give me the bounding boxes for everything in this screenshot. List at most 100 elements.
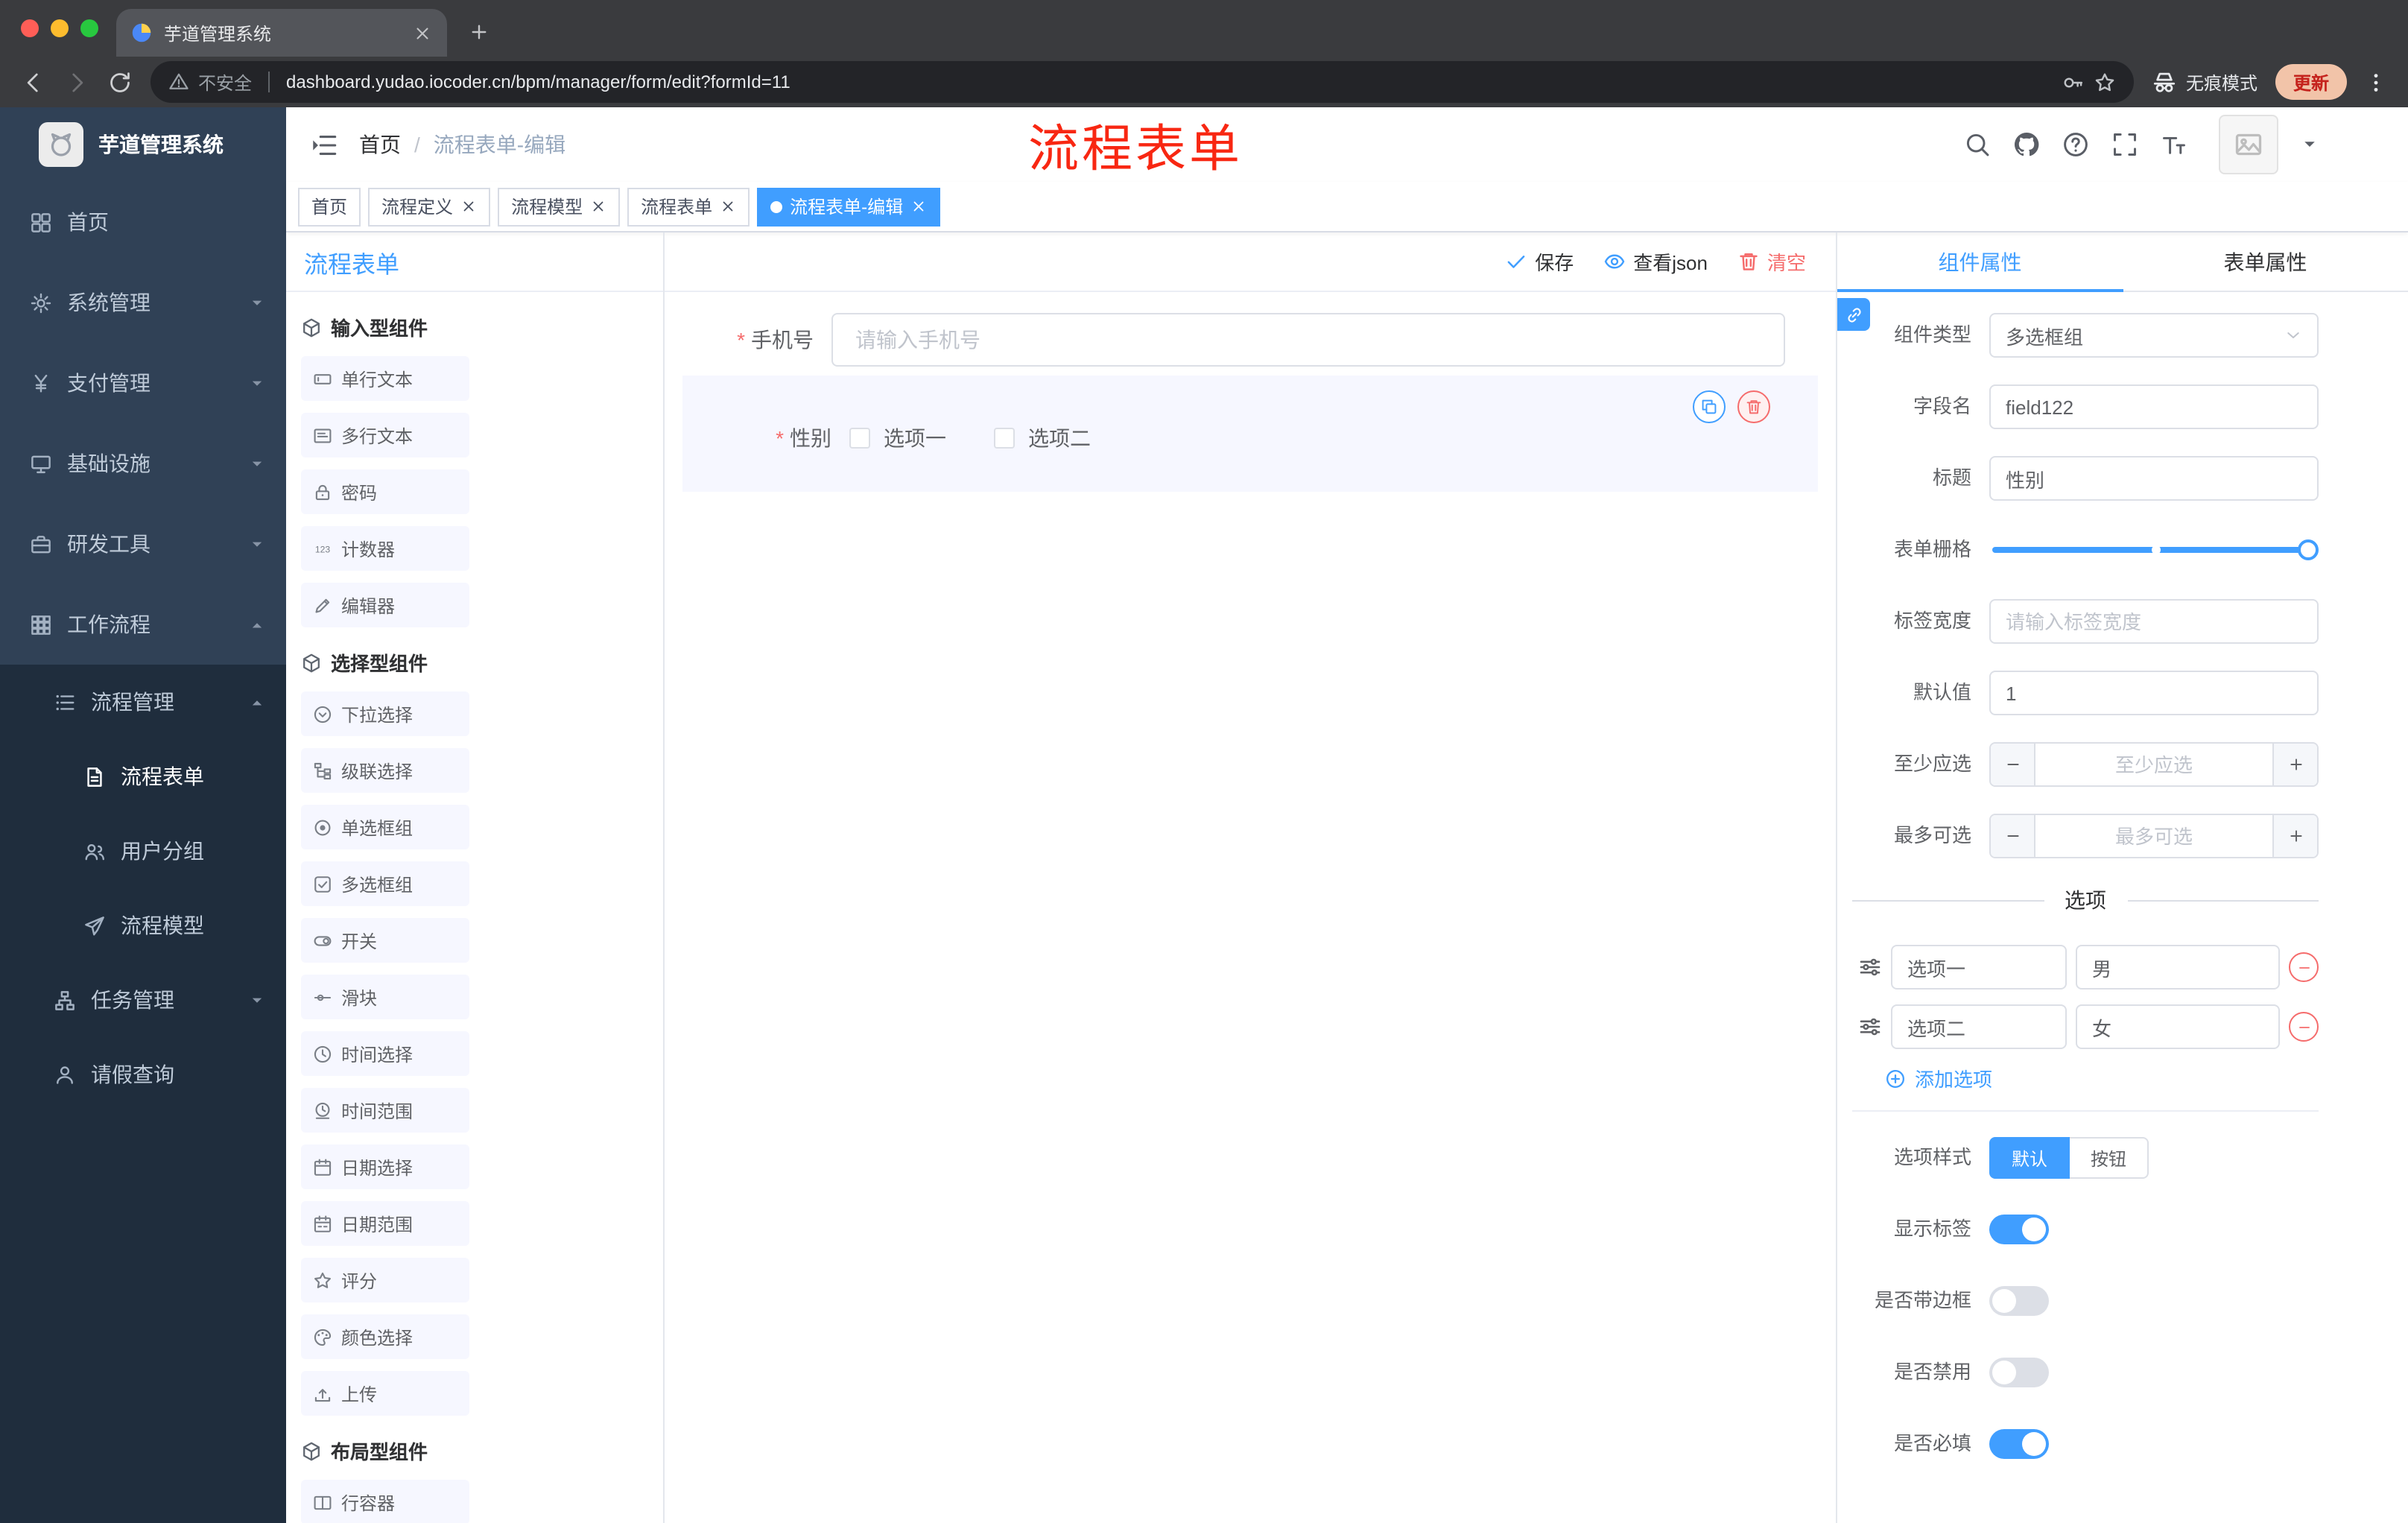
option-label-input[interactable] bbox=[1891, 945, 2067, 990]
tag-close-icon[interactable] bbox=[720, 198, 736, 215]
option-style-button[interactable]: 按钮 bbox=[2070, 1137, 2149, 1179]
save-button[interactable]: 保存 bbox=[1505, 247, 1574, 276]
clear-button[interactable]: 清空 bbox=[1737, 247, 1806, 276]
tag-close-icon[interactable] bbox=[910, 198, 927, 215]
copy-component-button[interactable] bbox=[1693, 390, 1726, 423]
checkbox[interactable] bbox=[849, 428, 870, 449]
breadcrumb-home[interactable]: 首页 bbox=[359, 130, 401, 159]
bookmark-star-icon[interactable] bbox=[2094, 71, 2116, 93]
palette-item[interactable]: 行容器 bbox=[301, 1480, 469, 1523]
delete-component-button[interactable] bbox=[1737, 390, 1770, 423]
palette-item[interactable]: 单行文本 bbox=[301, 356, 469, 401]
title-input[interactable] bbox=[1989, 456, 2319, 501]
tag[interactable]: 流程模型 bbox=[498, 187, 621, 226]
phone-field-row[interactable]: 手机号 bbox=[682, 310, 1818, 370]
sidebar-item[interactable]: 工作流程 bbox=[0, 584, 286, 665]
decrease-button[interactable] bbox=[1991, 744, 2035, 785]
palette-item[interactable]: 级联选择 bbox=[301, 748, 469, 793]
switch-toggle[interactable] bbox=[1989, 1358, 2049, 1387]
palette-item[interactable]: 评分 bbox=[301, 1258, 469, 1302]
component-type-select[interactable]: 多选框组 bbox=[1989, 313, 2319, 358]
sidebar-item[interactable]: 基础设施 bbox=[0, 423, 286, 504]
tag-close-icon[interactable] bbox=[460, 198, 477, 215]
slider-handle[interactable] bbox=[2298, 539, 2319, 560]
sidebar-item[interactable]: 系统管理 bbox=[0, 262, 286, 343]
palette-item[interactable]: 下拉选择 bbox=[301, 691, 469, 736]
update-button[interactable]: 更新 bbox=[2275, 64, 2347, 100]
new-tab-button[interactable] bbox=[468, 21, 490, 43]
tab-component-props[interactable]: 组件属性 bbox=[1837, 232, 2123, 292]
increase-button[interactable] bbox=[2272, 815, 2317, 857]
tab-form-props[interactable]: 表单属性 bbox=[2123, 232, 2408, 291]
option-style-default[interactable]: 默认 bbox=[1989, 1137, 2070, 1179]
reload-button[interactable] bbox=[107, 69, 133, 95]
font-size-icon[interactable] bbox=[2161, 131, 2187, 158]
field-name-input[interactable] bbox=[1989, 384, 2319, 429]
forward-button[interactable] bbox=[64, 69, 89, 95]
switch-toggle[interactable] bbox=[1989, 1215, 2049, 1244]
close-window-button[interactable] bbox=[21, 19, 39, 37]
address-bar[interactable]: 不安全 dashboard.yudao.iocoder.cn/bpm/manag… bbox=[150, 61, 2134, 103]
palette-item[interactable]: 单选框组 bbox=[301, 805, 469, 849]
option-label-input[interactable] bbox=[1891, 1004, 2067, 1049]
palette-item[interactable]: 上传 bbox=[301, 1371, 469, 1416]
hamburger-icon[interactable] bbox=[310, 130, 338, 159]
sidebar-item[interactable]: 请假查询 bbox=[0, 1037, 286, 1112]
max-select-input[interactable] bbox=[2035, 815, 2272, 857]
palette-item[interactable]: 密码 bbox=[301, 469, 469, 514]
link-badge[interactable] bbox=[1837, 298, 1870, 331]
tag-close-icon[interactable] bbox=[590, 198, 606, 215]
avatar-caret-icon[interactable] bbox=[2301, 136, 2319, 153]
sidebar-item[interactable]: 任务管理 bbox=[0, 963, 286, 1037]
option-value-input[interactable] bbox=[2076, 945, 2280, 990]
increase-button[interactable] bbox=[2272, 744, 2317, 785]
browser-menu-icon[interactable] bbox=[2365, 71, 2387, 93]
sidebar-item[interactable]: 支付管理 bbox=[0, 343, 286, 423]
tag[interactable]: 流程表单-编辑 bbox=[757, 187, 941, 226]
sidebar-item[interactable]: 流程模型 bbox=[0, 888, 286, 963]
browser-tab[interactable]: 芋道管理系统 bbox=[116, 9, 447, 57]
search-icon[interactable] bbox=[1964, 131, 1991, 158]
palette-item[interactable]: 日期选择 bbox=[301, 1144, 469, 1189]
tag[interactable]: 流程定义 bbox=[368, 187, 491, 226]
back-button[interactable] bbox=[21, 69, 46, 95]
app-logo-row[interactable]: 芋道管理系统 bbox=[0, 107, 286, 182]
sidebar-item[interactable]: 流程表单 bbox=[0, 739, 286, 814]
phone-input[interactable] bbox=[831, 313, 1785, 367]
checkbox[interactable] bbox=[994, 428, 1015, 449]
drag-handle-icon[interactable] bbox=[1858, 1015, 1882, 1039]
drag-handle-icon[interactable] bbox=[1858, 955, 1882, 979]
help-icon[interactable] bbox=[2062, 131, 2089, 158]
sidebar-item[interactable]: 研发工具 bbox=[0, 504, 286, 584]
palette-item[interactable]: 滑块 bbox=[301, 975, 469, 1019]
palette-item[interactable]: 颜色选择 bbox=[301, 1314, 469, 1359]
tag[interactable]: 首页 bbox=[298, 187, 361, 226]
switch-toggle[interactable] bbox=[1989, 1429, 2049, 1459]
view-json-button[interactable]: 查看json bbox=[1603, 247, 1708, 276]
palette-item[interactable]: 开关 bbox=[301, 918, 469, 963]
remove-option-button[interactable] bbox=[2289, 952, 2319, 982]
gender-option-2[interactable]: 选项二 bbox=[994, 423, 1091, 453]
palette-item[interactable]: 编辑器 bbox=[301, 583, 469, 627]
tab-close-icon[interactable] bbox=[413, 23, 432, 42]
gender-field-row[interactable]: 性别 选项一 选项二 bbox=[682, 376, 1818, 492]
remove-option-button[interactable] bbox=[2289, 1012, 2319, 1042]
sidebar-item[interactable]: 首页 bbox=[0, 182, 286, 262]
palette-item[interactable]: 多行文本 bbox=[301, 413, 469, 457]
minimize-window-button[interactable] bbox=[51, 19, 69, 37]
palette-item[interactable]: 日期范围 bbox=[301, 1201, 469, 1246]
zoom-window-button[interactable] bbox=[80, 19, 98, 37]
palette-item[interactable]: 时间选择 bbox=[301, 1031, 469, 1076]
github-icon[interactable] bbox=[2013, 131, 2040, 158]
fullscreen-icon[interactable] bbox=[2111, 131, 2138, 158]
add-option-button[interactable]: 添加选项 bbox=[1885, 1064, 2319, 1092]
user-avatar[interactable] bbox=[2219, 115, 2278, 174]
sidebar-item[interactable]: 用户分组 bbox=[0, 814, 286, 888]
decrease-button[interactable] bbox=[1991, 815, 2035, 857]
slider-track[interactable] bbox=[1992, 539, 2319, 560]
switch-toggle[interactable] bbox=[1989, 1286, 2049, 1316]
gender-option-1[interactable]: 选项一 bbox=[849, 423, 946, 453]
label-width-input[interactable] bbox=[1989, 599, 2319, 644]
option-value-input[interactable] bbox=[2076, 1004, 2280, 1049]
sidebar-item[interactable]: 流程管理 bbox=[0, 665, 286, 739]
